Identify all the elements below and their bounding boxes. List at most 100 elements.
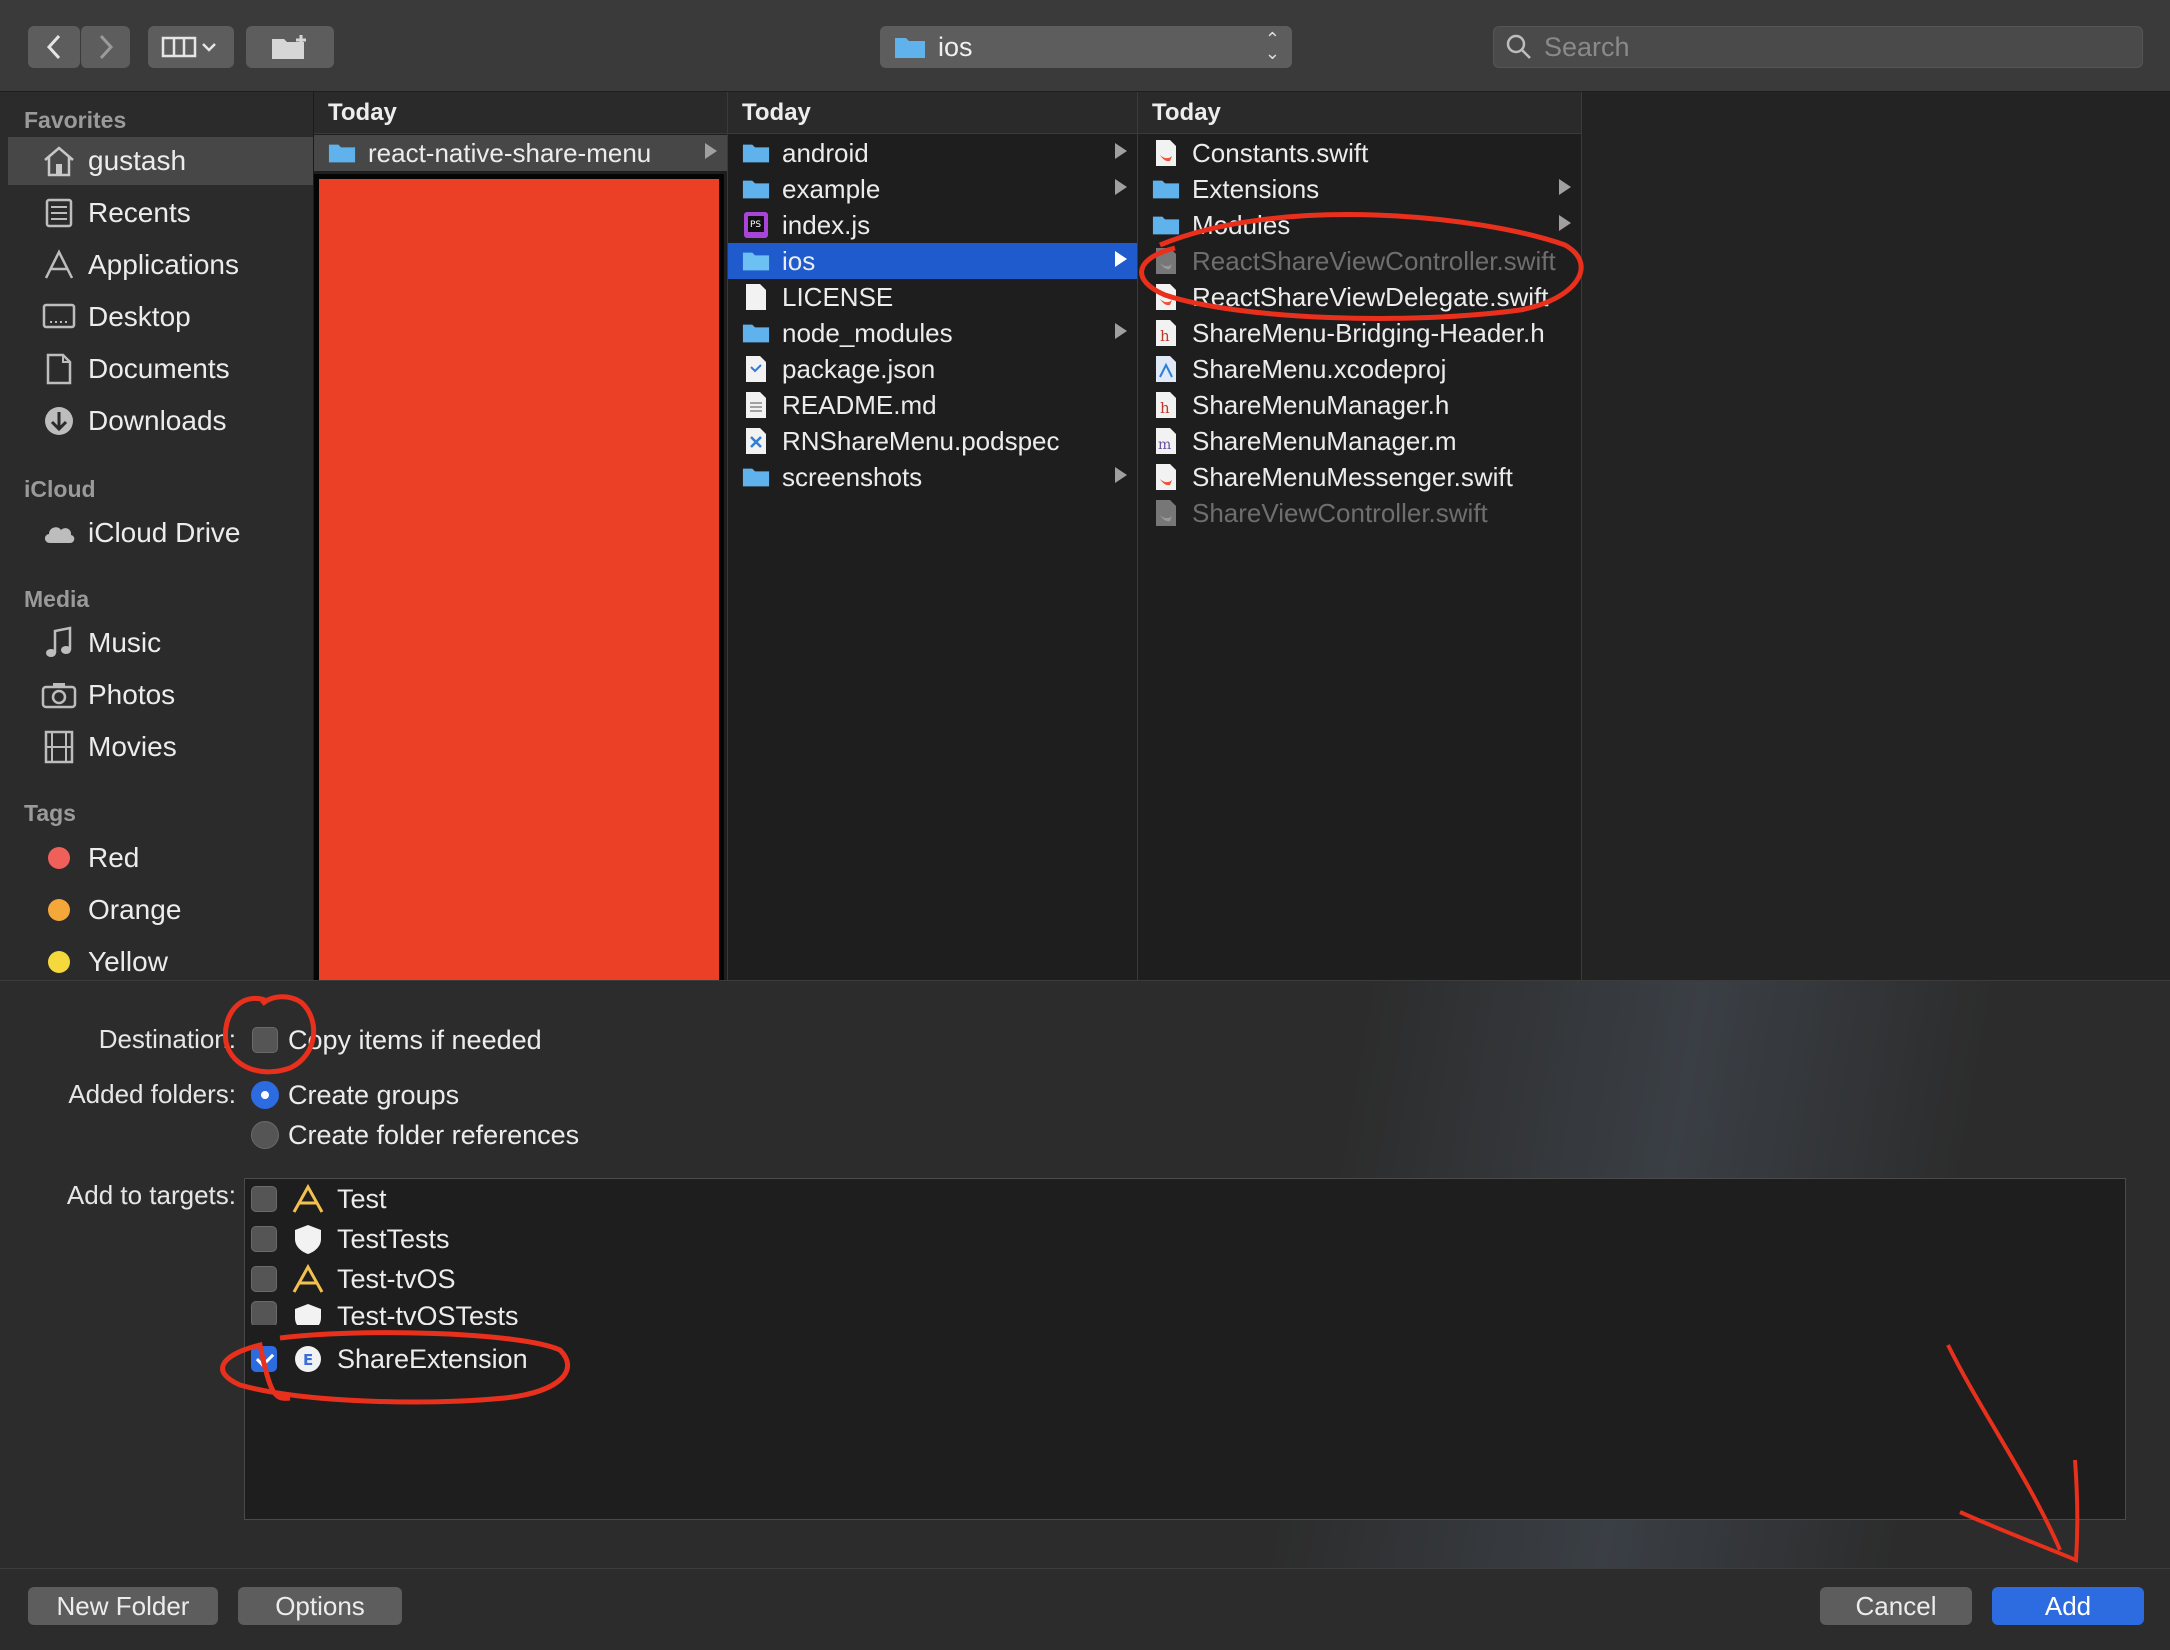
file-row-xcodeproj[interactable]: ShareMenu.xcodeproj — [1138, 351, 1581, 387]
file-row-index-js[interactable]: PS index.js — [728, 207, 1137, 243]
create-groups-label: Create groups — [288, 1080, 460, 1110]
disclosure-arrow-icon — [1559, 215, 1571, 231]
target-checkbox[interactable] — [251, 1301, 277, 1325]
sidebar-item-label: Movies — [88, 731, 177, 762]
file-row-extensions[interactable]: Extensions — [1138, 171, 1581, 207]
browser-column-3: Today Constants.swift Extensions Modules… — [1138, 92, 1582, 980]
sidebar-item-photos[interactable]: Photos — [0, 671, 313, 719]
chevron-right-icon — [99, 34, 113, 60]
view-mode-button[interactable] — [148, 26, 234, 68]
file-row-screenshots[interactable]: screenshots — [728, 459, 1137, 495]
file-row-package-json[interactable]: package.json — [728, 351, 1137, 387]
app-target-icon — [291, 1262, 325, 1296]
browser-column-empty — [1582, 92, 2170, 980]
file-name: ShareMenu.xcodeproj — [1192, 353, 1447, 384]
file-row-react-native-share-menu[interactable]: react-native-share-menu — [314, 135, 727, 171]
file-row-reactshareviewdelegate-swift[interactable]: ReactShareViewDelegate.swift — [1138, 279, 1581, 315]
copy-items-checkbox[interactable] — [252, 1027, 278, 1053]
create-groups-radio[interactable] — [251, 1081, 279, 1109]
file-name: RNShareMenu.podspec — [782, 425, 1060, 456]
disclosure-arrow-icon — [1115, 251, 1127, 267]
sidebar-item-label: Orange — [88, 894, 182, 925]
columns-view-icon — [161, 36, 216, 58]
file-row-example[interactable]: example — [728, 171, 1137, 207]
json-file-icon — [742, 354, 770, 384]
target-row-test-tvostests[interactable]: Test-tvOSTests — [251, 1297, 519, 1325]
options-button[interactable]: Options — [238, 1587, 402, 1625]
sidebar-item-tag-orange[interactable]: Orange — [0, 886, 313, 934]
file-row-sharemenumanager-h[interactable]: h ShareMenuManager.h — [1138, 387, 1581, 423]
redaction-block — [314, 174, 724, 986]
tag-dot-icon — [48, 951, 70, 973]
file-row-sharemenumessenger-swift[interactable]: ShareMenuMessenger.swift — [1138, 459, 1581, 495]
file-row-license[interactable]: LICENSE — [728, 279, 1137, 315]
disclosure-arrow-icon — [1115, 179, 1127, 195]
file-row-constants-swift[interactable]: Constants.swift — [1138, 135, 1581, 171]
chevron-left-icon — [46, 34, 61, 60]
create-folder-references-radio[interactable] — [251, 1121, 279, 1149]
cancel-button[interactable]: Cancel — [1820, 1587, 1972, 1625]
new-folder-icon — [272, 35, 306, 59]
applications-icon — [40, 246, 78, 284]
test-target-icon — [291, 1301, 325, 1325]
search-field[interactable]: Search — [1493, 26, 2143, 68]
file-row-android[interactable]: android — [728, 135, 1137, 171]
sidebar-item-label: Photos — [88, 679, 176, 710]
vscode-file-icon — [742, 426, 770, 456]
sidebar-item-tag-yellow[interactable]: Yellow — [0, 938, 313, 986]
cloud-icon — [40, 514, 78, 552]
target-row-testtests[interactable]: TestTests — [251, 1219, 450, 1259]
target-checkbox[interactable] — [251, 1266, 277, 1292]
add-button[interactable]: Add — [1992, 1587, 2144, 1625]
file-row-podspec[interactable]: RNShareMenu.podspec — [728, 423, 1137, 459]
sidebar-item-downloads[interactable]: Downloads — [0, 397, 313, 445]
disclosure-arrow-icon — [1115, 143, 1127, 159]
target-row-shareextension[interactable]: E ShareExtension — [251, 1339, 528, 1379]
file-name: index.js — [782, 209, 871, 240]
target-checkbox[interactable] — [251, 1186, 277, 1212]
back-button[interactable] — [28, 26, 80, 68]
app-target-icon — [291, 1182, 325, 1216]
file-row-bridging-header[interactable]: h ShareMenu-Bridging-Header.h — [1138, 315, 1581, 351]
target-row-test-tvos[interactable]: Test-tvOS — [251, 1259, 456, 1299]
sidebar-item-label: Downloads — [88, 405, 227, 436]
file-name: node_modules — [782, 317, 953, 348]
file-row-readme[interactable]: README.md — [728, 387, 1137, 423]
forward-button[interactable] — [80, 26, 130, 68]
sidebar: Favorites gustash Recents Applications D… — [0, 92, 313, 980]
file-row-reactshareviewcontroller-swift: ReactShareViewController.swift — [1138, 243, 1581, 279]
file-row-sharemenumanager-m[interactable]: m ShareMenuManager.m — [1138, 423, 1581, 459]
new-folder-toolbar-button[interactable] — [246, 26, 334, 68]
sidebar-item-gustash[interactable]: gustash — [8, 137, 313, 185]
sidebar-item-desktop[interactable]: Desktop — [0, 293, 313, 341]
search-placeholder: Search — [1544, 31, 1630, 62]
sidebar-item-applications[interactable]: Applications — [0, 241, 313, 289]
sidebar-item-recents[interactable]: Recents — [0, 189, 313, 237]
swift-file-icon — [1152, 138, 1180, 168]
sidebar-item-icloud-drive[interactable]: iCloud Drive — [0, 509, 313, 557]
sidebar-item-movies[interactable]: Movies — [0, 723, 313, 771]
sidebar-item-music[interactable]: Music — [0, 619, 313, 667]
file-name: screenshots — [782, 461, 923, 492]
path-label: ios — [938, 31, 973, 62]
new-folder-button[interactable]: New Folder — [28, 1587, 218, 1625]
objc-file-icon: m — [1152, 426, 1180, 456]
sidebar-item-documents[interactable]: Documents — [0, 345, 313, 393]
file-row-modules[interactable]: Modules — [1138, 207, 1581, 243]
path-popup[interactable]: ios ⌃ ⌄ — [880, 26, 1292, 68]
target-row-test[interactable]: Test — [251, 1179, 387, 1219]
target-checkbox[interactable] — [251, 1346, 277, 1372]
file-name: ShareMenuManager.h — [1192, 389, 1450, 420]
sidebar-item-tag-red[interactable]: Red — [0, 834, 313, 882]
file-name: ReactShareViewDelegate.swift — [1192, 281, 1549, 312]
film-icon — [40, 728, 78, 766]
swift-file-icon — [1152, 282, 1180, 312]
target-checkbox[interactable] — [251, 1226, 277, 1252]
toolbar: ios ⌃ ⌄ Search — [0, 0, 2170, 92]
file-row-node-modules[interactable]: node_modules — [728, 315, 1137, 351]
svg-text:PS: PS — [750, 220, 761, 230]
file-row-ios[interactable]: ios — [728, 243, 1137, 279]
home-icon — [40, 142, 78, 180]
file-name: ReactShareViewController.swift — [1192, 245, 1556, 276]
sidebar-item-label: Applications — [88, 249, 239, 280]
